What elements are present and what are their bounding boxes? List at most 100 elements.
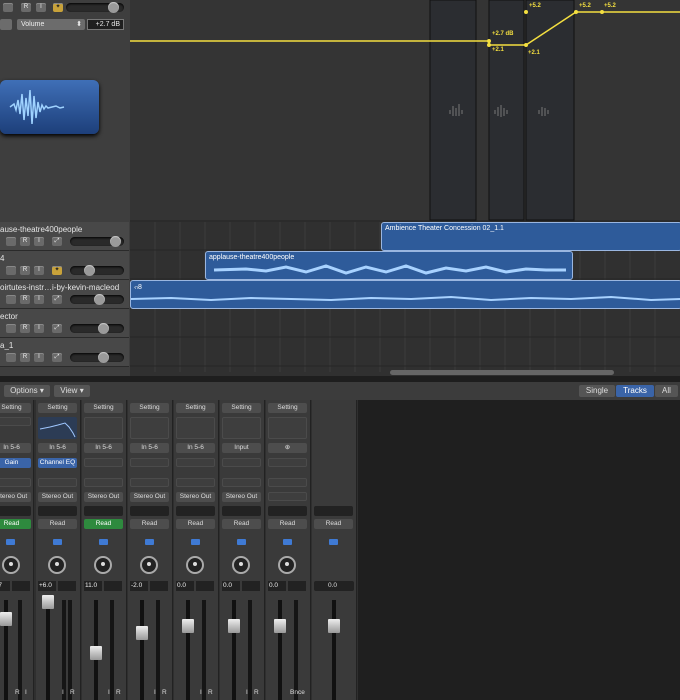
arrangement-area[interactable]: +5.2 +5.2 +5.2 +2.7 dB +2.1 +2.1 Ambienc… xyxy=(130,0,680,376)
gain-value[interactable]: 0.0 xyxy=(314,581,354,591)
volume-slider[interactable] xyxy=(66,2,124,13)
pan-knob[interactable] xyxy=(232,556,250,574)
pan-knob[interactable] xyxy=(2,556,20,574)
volume-slider[interactable] xyxy=(70,265,124,276)
automation-mode[interactable]: Read xyxy=(130,519,169,529)
volume-slider[interactable] xyxy=(70,236,124,247)
plugin-slot[interactable] xyxy=(130,458,169,467)
record-button[interactable]: R xyxy=(20,295,30,304)
channel-strip[interactable]: Setting In 5-6 Gain Stereo Out Read 2.7 … xyxy=(0,400,34,700)
group-slot[interactable] xyxy=(130,506,169,516)
plugin-slot[interactable] xyxy=(268,458,307,467)
automation-node[interactable] xyxy=(487,43,491,47)
track-header-row[interactable]: ector R I ⤢ xyxy=(0,309,129,338)
send-slot[interactable] xyxy=(130,478,169,487)
automation-mode[interactable]: Read xyxy=(222,519,261,529)
volume-slider[interactable] xyxy=(70,352,124,363)
plugin-slot[interactable] xyxy=(176,458,215,467)
group-slot[interactable] xyxy=(38,506,77,516)
eq-thumbnail[interactable] xyxy=(130,417,169,439)
input-slot[interactable]: ⊕ xyxy=(268,443,307,453)
send-slot[interactable] xyxy=(84,478,123,487)
group-slot[interactable] xyxy=(176,506,215,516)
input-monitor-button[interactable]: I xyxy=(34,237,44,246)
plugin-slot[interactable]: Channel EQ xyxy=(38,458,77,468)
tracks-button[interactable]: Tracks xyxy=(616,385,654,397)
volume-fader[interactable] xyxy=(328,619,340,633)
volume-fader[interactable] xyxy=(0,612,12,626)
volume-slider[interactable] xyxy=(70,294,124,305)
freeze-button[interactable]: ⤢ xyxy=(52,295,62,304)
automation-mode-dropdown[interactable] xyxy=(0,19,12,30)
input-monitor-button[interactable]: I xyxy=(34,295,44,304)
channel-strip[interactable]: Setting In 5-6 Stereo Out Read -2.0 I R xyxy=(128,400,173,700)
input-slot[interactable]: In 5-6 xyxy=(130,443,169,453)
input-slot[interactable]: In 5-6 xyxy=(84,443,123,453)
record-button[interactable]: R xyxy=(20,266,30,275)
send-slot[interactable] xyxy=(176,478,215,487)
track-header-row[interactable]: 4 R I ✦ xyxy=(0,251,129,280)
eq-thumbnail[interactable] xyxy=(0,417,31,426)
audio-region[interactable]: Ambience Theater Concession 02_1.1 xyxy=(381,222,680,251)
automation-mode[interactable]: Read xyxy=(268,519,307,529)
automation-node[interactable] xyxy=(600,10,604,14)
channel-strip[interactable]: Setting In 5-6 Channel EQ Stereo Out Rea… xyxy=(36,400,81,700)
volume-fader[interactable] xyxy=(182,619,194,633)
mute-button[interactable] xyxy=(3,3,13,12)
output-slot[interactable]: Stereo Out xyxy=(84,492,123,502)
pan-knob[interactable] xyxy=(48,556,66,574)
pan-knob[interactable] xyxy=(94,556,112,574)
volume-fader[interactable] xyxy=(274,619,286,633)
record-enable-button[interactable]: R xyxy=(15,689,20,696)
send-slot[interactable] xyxy=(268,478,307,487)
bounce-button[interactable]: Bnce xyxy=(290,689,305,696)
input-monitor-button[interactable]: I xyxy=(34,324,44,333)
gain-value[interactable]: -2.0 xyxy=(130,581,148,591)
channel-strip[interactable]: Setting In 5-6 Stereo Out Read 11.0 I R xyxy=(82,400,127,700)
group-slot[interactable] xyxy=(314,506,353,516)
setting-button[interactable]: Setting xyxy=(268,403,307,413)
plugin-slot[interactable]: Gain xyxy=(0,458,31,468)
group-slot[interactable] xyxy=(222,506,261,516)
volume-fader[interactable] xyxy=(90,646,102,660)
volume-slider[interactable] xyxy=(70,323,124,334)
group-slot[interactable] xyxy=(84,506,123,516)
mute-button[interactable] xyxy=(6,353,16,362)
track-header-row[interactable]: oirtutes-instr…i-by-kevin-macleod R I ⤢ xyxy=(0,280,129,309)
channel-strip[interactable]: Read 0.0 xyxy=(312,400,357,700)
input-monitor-button[interactable]: I xyxy=(25,689,27,696)
record-enable-button[interactable]: R xyxy=(70,689,75,696)
plugin-slot[interactable] xyxy=(84,458,123,467)
eq-thumbnail[interactable] xyxy=(38,417,77,439)
volume-fader[interactable] xyxy=(42,595,54,609)
record-enable-button[interactable]: R xyxy=(208,689,213,696)
input-monitor-button[interactable]: I xyxy=(200,689,202,696)
automation-mode[interactable]: Read xyxy=(176,519,215,529)
record-enable-button[interactable]: R xyxy=(162,689,167,696)
mute-button[interactable] xyxy=(6,266,16,275)
automation-mode[interactable]: Read xyxy=(0,519,31,529)
volume-fader[interactable] xyxy=(136,626,148,640)
gain-value[interactable]: 0.0 xyxy=(268,581,286,591)
setting-button[interactable]: Setting xyxy=(130,403,169,413)
gain-value[interactable]: 0.0 xyxy=(222,581,240,591)
single-button[interactable]: Single xyxy=(579,385,615,397)
pan-knob[interactable] xyxy=(278,556,296,574)
send-slot[interactable] xyxy=(38,478,77,487)
input-monitor-button[interactable]: I xyxy=(108,689,110,696)
automation-value-field[interactable]: +2.7 dB xyxy=(87,19,124,30)
setting-button[interactable]: Setting xyxy=(0,403,31,413)
record-button[interactable]: R xyxy=(20,353,30,362)
automation-mode[interactable]: Read xyxy=(314,519,353,529)
input-slot[interactable]: Input xyxy=(222,443,261,453)
freeze-button[interactable]: ⤢ xyxy=(52,237,62,246)
pan-knob[interactable] xyxy=(186,556,204,574)
setting-button[interactable]: Setting xyxy=(38,403,77,413)
view-menu[interactable]: View ▾ xyxy=(54,385,90,397)
setting-button[interactable]: Setting xyxy=(176,403,215,413)
send-slot[interactable] xyxy=(222,478,261,487)
input-monitor-button[interactable]: I xyxy=(62,689,64,696)
freeze-button[interactable]: ⤢ xyxy=(52,324,62,333)
record-button[interactable]: R xyxy=(20,237,30,246)
mute-button[interactable] xyxy=(6,324,16,333)
